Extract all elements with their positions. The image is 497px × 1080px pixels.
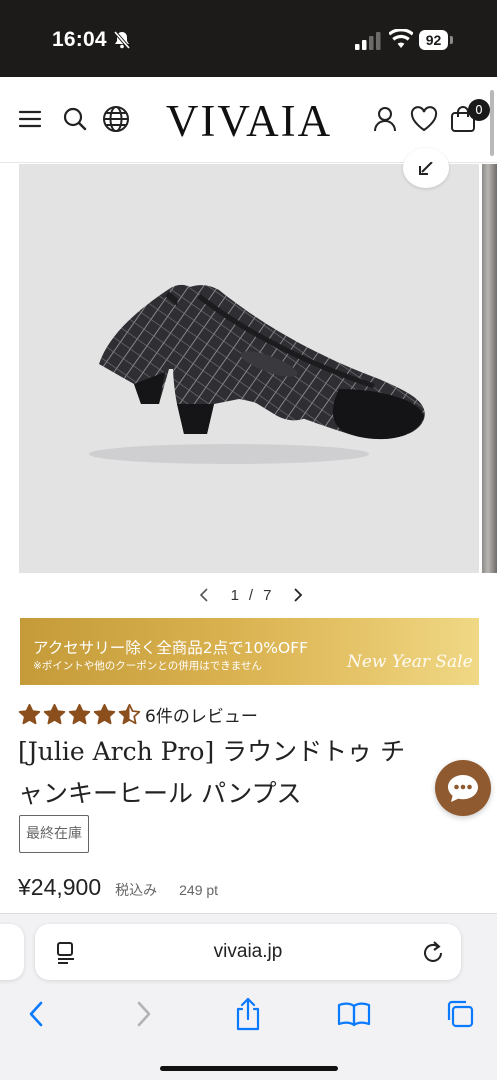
points: 249 pt [179, 882, 219, 898]
star-full-icon [18, 703, 41, 725]
shoe-photo [89, 284, 425, 464]
bell-slash-icon [113, 30, 131, 50]
star-full-icon [68, 703, 91, 725]
wifi-icon [389, 29, 413, 48]
image-pagination: 1 / 7 [196, 584, 306, 606]
account-icon[interactable] [370, 104, 400, 134]
forward-icon[interactable] [124, 994, 164, 1034]
stock-badge: 最終在庫 [19, 815, 89, 853]
heart-icon[interactable] [409, 104, 439, 134]
url-text[interactable]: vivaia.jp [35, 924, 461, 980]
star-full-icon [93, 703, 116, 725]
product-title-line2: ャンキーヒール パンプス [18, 779, 302, 808]
scrollbar[interactable] [490, 90, 494, 156]
chat-button[interactable] [435, 760, 491, 816]
search-icon[interactable] [60, 104, 90, 134]
cart-count-badge: 0 [468, 99, 490, 121]
product-title: [Julie Arch Pro] ラウンドトゥ チ ャンキーヒール パンプス [18, 731, 484, 815]
home-indicator [160, 1066, 338, 1071]
vivaia-logo[interactable]: VIVAIA [158, 95, 340, 147]
battery-icon: 92 [419, 30, 453, 50]
share-icon[interactable] [228, 994, 268, 1034]
battery-level: 92 [419, 30, 448, 50]
star-half-icon [118, 703, 141, 725]
menu-icon[interactable] [15, 104, 45, 134]
promo-title: アクセサリー除く全商品2点で10%OFF [33, 639, 309, 657]
previous-tab-peek[interactable] [0, 924, 24, 980]
pagination-current: 1 [230, 586, 239, 604]
signal-icon [355, 32, 381, 50]
pagination-separator: / [248, 586, 254, 604]
price-row: ¥24,900 税込み 249 pt [18, 874, 218, 901]
tabs-icon[interactable] [440, 994, 480, 1034]
star-full-icon [43, 703, 66, 725]
back-icon[interactable] [16, 994, 56, 1034]
collapse-arrow-icon [419, 162, 433, 175]
next-image-peek[interactable] [482, 164, 497, 573]
status-bar: 16:04 92 [0, 0, 497, 77]
pagination-total: 7 [263, 586, 272, 604]
prev-image-icon[interactable] [196, 585, 212, 605]
promo-banner[interactable]: アクセサリー除く全商品2点で10%OFF ※ポイントや他のクーポンとの併用はでき… [20, 618, 479, 685]
address-bar[interactable]: vivaia.jp [35, 924, 461, 980]
product-title-line1: [Julie Arch Pro] ラウンドトゥ チ [18, 737, 406, 766]
promo-script: New Year Sale [347, 652, 473, 672]
bookmarks-icon[interactable] [334, 994, 374, 1034]
globe-icon[interactable] [101, 104, 131, 134]
status-time: 16:04 [52, 28, 107, 51]
star-rating [18, 703, 141, 726]
fullscreen-button[interactable] [403, 148, 449, 188]
review-count[interactable]: 6件のレビュー [145, 702, 258, 727]
safari-toolbar: vivaia.jp [0, 913, 497, 1080]
reload-icon[interactable] [423, 940, 445, 964]
rating-row[interactable]: 6件のレビュー [18, 702, 258, 727]
price: ¥24,900 [18, 874, 102, 900]
product-image[interactable] [19, 164, 479, 573]
promo-subtitle: ※ポイントや他のクーポンとの併用はできません [33, 660, 262, 672]
page-menu-icon[interactable] [55, 941, 77, 965]
next-image-icon[interactable] [290, 585, 306, 605]
tax-label: 税込み [115, 883, 158, 899]
chat-bubble-icon [448, 775, 478, 802]
